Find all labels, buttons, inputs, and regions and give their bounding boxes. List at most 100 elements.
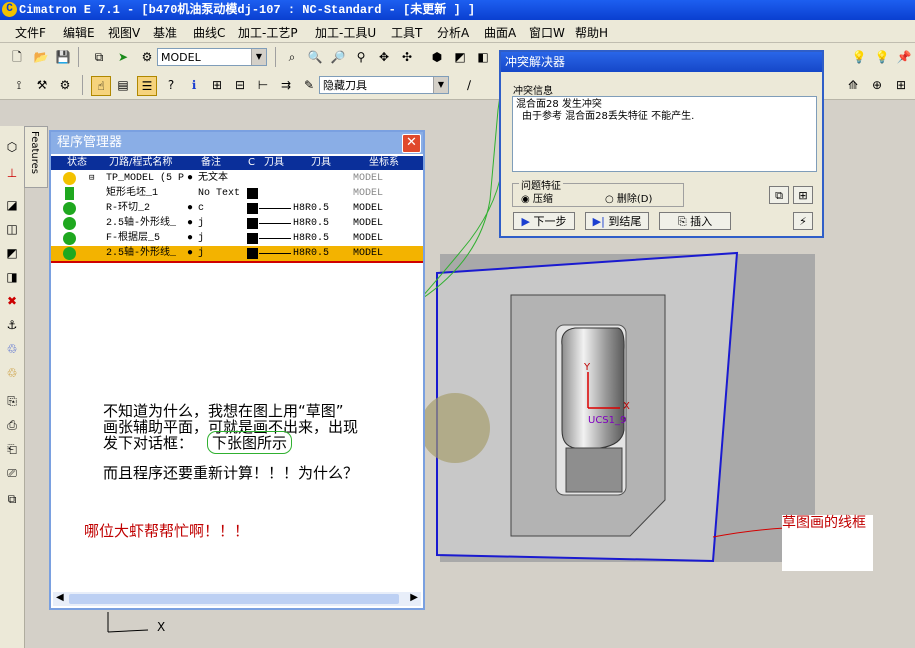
line-style [259, 238, 291, 239]
conflict-info-label: 冲突信息 [513, 86, 553, 97]
vertical-toolbar: ⬡ ⊥ ◪ ◫ ◩ ◨ ✖ ⚓ ♲ ♲ ⎘ ⎙ ⎗ ⎚ ⧉ [0, 126, 25, 648]
annotation-line-3b: 下张图所示 [207, 431, 293, 454]
conflict-resolver-dialog: 冲突解决器 冲突信息 混合面28 发生冲突 由于参考 混合面28丢失特征 不能产… [499, 50, 824, 238]
table-row[interactable]: ⊟ TP_MODEL (5 P ● 无文本 MODEL [51, 171, 423, 186]
scrollbar-thumb[interactable] [69, 594, 399, 604]
row-note: No Text [198, 188, 241, 199]
status-ok-icon [63, 217, 76, 230]
procedure-i-icon[interactable]: ⎘ [3, 392, 21, 410]
color-swatch [247, 203, 258, 214]
scroll-right-icon[interactable]: ▶ [410, 592, 418, 603]
part-base [565, 447, 623, 493]
program-manager-title: 程序管理器 [57, 135, 123, 150]
cursor-highlight [420, 393, 490, 463]
procedure-l-icon[interactable]: ⎚ [3, 464, 21, 482]
procedure-m-icon[interactable]: ⧉ [3, 490, 21, 508]
radio-delete[interactable]: ○ 删除(D) [605, 190, 652, 205]
status-arrow-icon [65, 187, 74, 200]
part-solid [561, 327, 625, 449]
annotation-line-5: 哪位大虾帮帮忙啊！！！ [84, 522, 250, 540]
col-status[interactable]: 状态 [67, 156, 87, 170]
row-name: F-根据层_5 [106, 233, 161, 244]
row-note: 无文本 [198, 173, 228, 184]
drill-icon[interactable]: ⊥ [3, 164, 21, 182]
conflict-info-text: 混合面28 发生冲突 由于参考 混合面28丢失特征 不能产生. [512, 96, 817, 172]
col-cs[interactable]: 坐标系 [369, 156, 399, 170]
procedure-f-icon[interactable]: ⚓ [3, 316, 21, 334]
table-row[interactable]: 2.5轴-外形线_ ● j H8R0.5 MODEL [51, 216, 423, 231]
procedure-c-icon[interactable]: ◩ [3, 244, 21, 262]
tool-b-icon[interactable]: ⊞ [793, 186, 813, 204]
line-style [259, 223, 291, 224]
table-row[interactable]: R-环切_2 ● c H8R0.5 MODEL [51, 201, 423, 216]
close-icon[interactable]: ✕ [402, 134, 421, 153]
radio-compress-label: 压缩 [532, 194, 553, 205]
to-end-button[interactable]: ▶| 到结尾 [585, 212, 649, 230]
col-name[interactable]: 刀路/程式名称 [109, 156, 172, 170]
row-tool: H8R0.5 [293, 203, 330, 214]
col-tool-1[interactable]: 刀具 [264, 156, 284, 170]
corner-axis-x-label: X [157, 620, 166, 634]
conflict-info-line-1: 混合面28 发生冲突 [516, 99, 602, 110]
procedure-b-icon[interactable]: ◫ [3, 220, 21, 238]
features-tab[interactable]: Features [24, 126, 48, 188]
procedure-j-icon[interactable]: ⎙ [3, 416, 21, 434]
status-ok-icon [63, 202, 76, 215]
row-name: R-环切_2 [106, 203, 151, 214]
bulb-icon: ● [187, 248, 194, 259]
row-name: TP_MODEL (5 P [106, 173, 185, 184]
col-c[interactable]: C [248, 156, 255, 170]
procedure-k-icon[interactable]: ⎗ [3, 440, 21, 458]
col-note[interactable]: 备注 [201, 156, 221, 170]
next-step-button[interactable]: ▶ 下一步 [513, 212, 575, 230]
procedure-e-icon[interactable]: ✖ [3, 292, 21, 310]
row-cs: MODEL [353, 248, 384, 259]
line-style [259, 208, 291, 209]
expand-icon[interactable]: ⊟ [89, 171, 94, 186]
problem-feature-group: 问题特征 ◉ 压缩 ○ 删除(D) [512, 177, 684, 207]
dialog-title: 冲突解决器 [505, 55, 566, 69]
procedure-g-icon[interactable]: ♲ [3, 340, 21, 358]
annotation-line-4: 而且程序还要重新计算！！！为什么？ [103, 464, 359, 482]
color-swatch [247, 218, 258, 229]
table-row[interactable]: F-根据层_5 ● j H8R0.5 MODEL [51, 231, 423, 246]
row-cs: MODEL [353, 188, 384, 199]
bulb-icon: ● [187, 218, 194, 229]
insert-button[interactable]: ⎘ 插入 [659, 212, 731, 230]
axis-y-label: Y [584, 362, 591, 373]
row-cs: MODEL [353, 233, 384, 244]
sketch-label: 草图画的线框 [782, 515, 866, 531]
bulb-icon: ● [187, 203, 194, 214]
tool-c-icon[interactable]: ⚡ [793, 212, 813, 230]
row-cs: MODEL [353, 203, 384, 214]
features-tab-label: Features [29, 131, 40, 174]
part-icon[interactable]: ⬡ [3, 138, 21, 156]
scroll-left-icon[interactable]: ◀ [56, 592, 64, 603]
row-note: j [198, 248, 205, 259]
status-ok-icon [63, 232, 76, 245]
color-swatch [247, 188, 258, 199]
table-row-selected[interactable]: 2.5轴-外形线_ ● j H8R0.5 MODEL [51, 246, 423, 263]
table-row[interactable]: 矩形毛坯_1 No Text MODEL [51, 186, 423, 201]
conflict-info-line-2: 由于参考 混合面28丢失特征 不能产生. [522, 111, 695, 122]
next-step-label: 下一步 [533, 215, 567, 228]
horizontal-scrollbar[interactable]: ◀ ▶ [53, 592, 421, 606]
radio-compress[interactable]: ◉ 压缩 [521, 190, 553, 205]
bulb-icon: ● [187, 173, 194, 184]
procedure-a-icon[interactable]: ◪ [3, 196, 21, 214]
procedure-h-icon[interactable]: ♲ [3, 364, 21, 382]
radio-delete-label: 删除(D) [616, 194, 653, 205]
bulb-icon: ● [187, 233, 194, 244]
to-end-label: 到结尾 [608, 215, 642, 228]
row-name: 2.5轴-外形线_ [106, 218, 177, 229]
program-manager-header: 程序管理器 ✕ [51, 132, 423, 154]
col-tool-2[interactable]: 刀具 [311, 156, 331, 170]
tool-a-icon[interactable]: ⧉ [769, 186, 789, 204]
row-note: j [198, 218, 205, 229]
axis-x-label: X [623, 401, 630, 412]
insert-label: 插入 [690, 215, 713, 228]
row-tool: H8R0.5 [293, 248, 330, 259]
status-ok-icon [63, 247, 76, 260]
status-yellow-icon [63, 172, 76, 185]
procedure-d-icon[interactable]: ◨ [3, 268, 21, 286]
